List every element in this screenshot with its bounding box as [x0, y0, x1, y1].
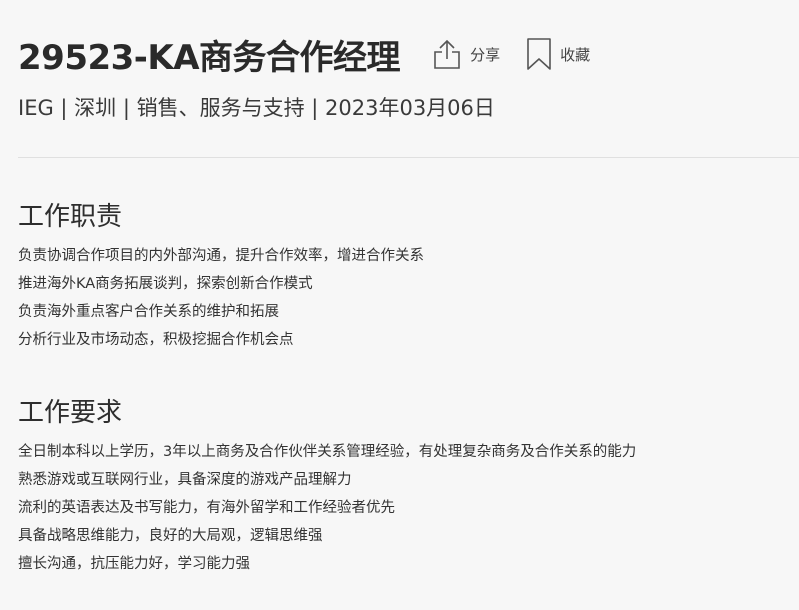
share-label: 分享: [470, 45, 501, 64]
list-item: 熟悉游戏或互联网行业，具备深度的游戏产品理解力: [18, 472, 352, 488]
list-item: 推进海外KA商务拓展谈判，探索创新合作模式: [18, 276, 313, 292]
list-item: 擅长沟通，抗压能力好，学习能力强: [18, 556, 250, 572]
requirements-list: 全日制本科以上学历，3年以上商务及合作伙伴关系管理经验，有处理复杂商务及合作关系…: [18, 438, 636, 578]
favorite-button[interactable]: 收藏: [526, 37, 590, 71]
divider: [18, 157, 799, 158]
share-icon: [432, 38, 462, 70]
job-header: 29523-KA商务合作经理 分享 收藏: [18, 30, 590, 78]
list-item: 流利的英语表达及书写能力，有海外留学和工作经验者优先: [18, 500, 395, 516]
share-button[interactable]: 分享: [432, 38, 500, 70]
list-item: 负责海外重点客户合作关系的维护和拓展: [18, 304, 279, 320]
list-item: 负责协调合作项目的内外部沟通，提升合作效率，增进合作关系: [18, 248, 424, 264]
bookmark-icon: [526, 37, 552, 71]
job-title: 29523-KA商务合作经理: [18, 37, 401, 78]
job-meta: IEG | 深圳 | 销售、服务与支持 | 2023年03月06日: [18, 96, 495, 120]
responsibilities-list: 负责协调合作项目的内外部沟通，提升合作效率，增进合作关系 推进海外KA商务拓展谈…: [18, 242, 424, 354]
favorite-label: 收藏: [560, 45, 591, 64]
responsibilities-heading: 工作职责: [18, 202, 123, 232]
requirements-heading: 工作要求: [18, 398, 123, 428]
list-item: 具备战略思维能力，良好的大局观，逻辑思维强: [18, 528, 323, 544]
list-item: 全日制本科以上学历，3年以上商务及合作伙伴关系管理经验，有处理复杂商务及合作关系…: [18, 444, 637, 460]
list-item: 分析行业及市场动态，积极挖掘合作机会点: [18, 332, 294, 348]
